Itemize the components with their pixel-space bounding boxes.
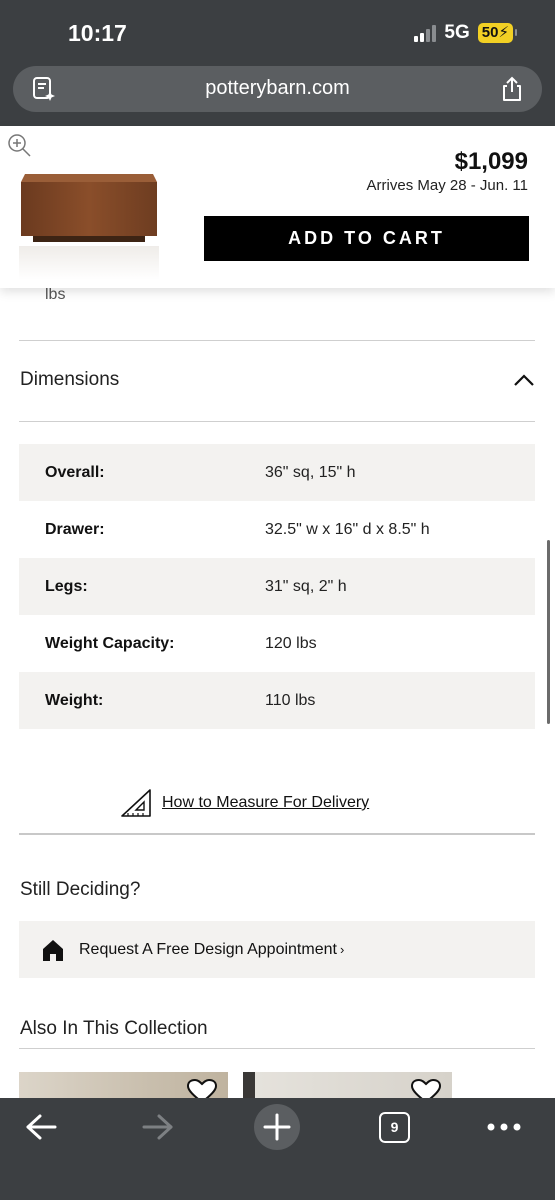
sticky-product-bar: $1,099 Arrives May 28 - Jun. 11 ADD TO C… [0, 126, 555, 288]
divider [19, 833, 535, 835]
status-time: 10:17 [68, 20, 127, 46]
tabs-button[interactable]: 9 [379, 1112, 410, 1143]
network-label: 5G [444, 22, 470, 43]
dimension-label: Weight Capacity: [45, 634, 175, 652]
partial-weight-text: lbs [45, 286, 66, 303]
dimensions-table: Overall: 36" sq, 15" h Drawer: 32.5" w x… [19, 444, 535, 729]
dimension-value: 110 lbs [265, 691, 316, 709]
status-indicators: 5G 50⚡ [414, 22, 518, 44]
product-reflection [19, 246, 159, 280]
dimension-value: 32.5" w x 16" d x 8.5" h [265, 520, 430, 538]
dimension-value: 120 lbs [265, 634, 317, 652]
delivery-estimate: Arrives May 28 - Jun. 11 [366, 177, 528, 194]
dimension-row: Overall: 36" sq, 15" h [19, 444, 535, 501]
dimension-value: 36" sq, 15" h [265, 463, 356, 481]
dimension-label: Legs: [45, 577, 88, 595]
scrollbar-thumb[interactable] [547, 540, 550, 724]
ruler-icon [121, 789, 151, 817]
battery-level: 50 [481, 24, 499, 41]
measure-link-text[interactable]: How to Measure For Delivery [162, 794, 369, 812]
add-to-cart-button[interactable]: ADD TO CART [204, 216, 529, 261]
browser-bottom-toolbar: 9 [0, 1098, 555, 1200]
dimension-row: Weight: 110 lbs [19, 672, 535, 729]
url-bar[interactable]: potterybarn.com [13, 66, 542, 112]
dimension-row: Drawer: 32.5" w x 16" d x 8.5" h [19, 501, 535, 558]
still-deciding-heading: Still Deciding? [20, 879, 141, 900]
chevron-up-icon[interactable] [512, 371, 536, 389]
divider [19, 421, 535, 422]
house-icon [43, 939, 63, 961]
share-icon[interactable] [500, 76, 524, 102]
more-icon[interactable] [486, 1122, 522, 1132]
signal-icon [414, 24, 437, 42]
dimension-row: Weight Capacity: 120 lbs [19, 615, 535, 672]
chevron-right-icon: › [339, 942, 345, 957]
browser-top-chrome: 10:17 5G 50⚡ potterybarn.com [0, 0, 555, 126]
back-icon[interactable] [24, 1113, 58, 1141]
zoom-icon[interactable] [6, 132, 32, 158]
dimensions-accordion-title[interactable]: Dimensions [20, 369, 119, 391]
url-text[interactable]: potterybarn.com [13, 77, 542, 100]
divider [19, 340, 535, 341]
dimension-label: Drawer: [45, 520, 105, 538]
product-image[interactable] [19, 174, 159, 244]
price: $1,099 [454, 148, 528, 175]
dimension-label: Overall: [45, 463, 105, 481]
collection-heading: Also In This Collection [20, 1018, 208, 1039]
design-appointment-link[interactable]: Request A Free Design Appointment › [19, 921, 535, 978]
dimension-row: Legs: 31" sq, 2" h [19, 558, 535, 615]
plus-icon [263, 1113, 291, 1141]
battery-icon: 50⚡ [477, 23, 518, 43]
measure-delivery-link[interactable]: How to Measure For Delivery [120, 788, 369, 818]
dimension-value: 31" sq, 2" h [265, 577, 347, 595]
appointment-text[interactable]: Request A Free Design Appointment [79, 941, 337, 959]
divider [19, 1048, 535, 1049]
new-tab-button[interactable] [254, 1104, 300, 1150]
dimension-label: Weight: [45, 691, 104, 709]
forward-icon[interactable] [141, 1113, 175, 1141]
